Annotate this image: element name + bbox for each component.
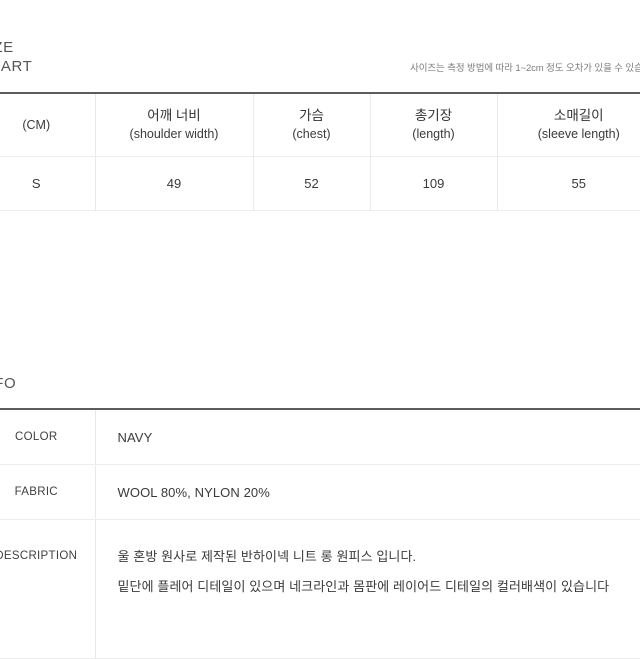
info-label-description: DESCRIPTION <box>0 520 95 659</box>
column-header-shoulder-width-kr: 어깨 너비 <box>100 106 249 125</box>
column-header-sleeve-length-kr: 소매길이 <box>502 106 640 125</box>
table-row: COLOR NAVY <box>0 409 640 465</box>
column-header-length-kr: 총기장 <box>375 106 493 125</box>
info-label-color: COLOR <box>0 409 95 465</box>
column-header-sleeve-length: 소매길이 (sleeve length) <box>497 93 640 157</box>
table-row: DESCRIPTION 울 혼방 원사로 제작된 반하이넥 니트 롱 원피스 입… <box>0 520 640 659</box>
product-detail-page: SIZE CHART 사이즈는 측정 방법에 따라 1~2cm 정도 오차가 있… <box>0 0 640 640</box>
info-value-color: NAVY <box>95 409 640 465</box>
table-row: S 49 52 109 55 <box>0 157 640 211</box>
cell-shoulder-width: 49 <box>95 157 253 211</box>
info-value-description: 울 혼방 원사로 제작된 반하이넥 니트 롱 원피스 입니다. 밑단에 플레어 … <box>95 520 640 659</box>
info-header: INFO <box>0 374 640 393</box>
size-chart-header: SIZE CHART 사이즈는 측정 방법에 따라 1~2cm 정도 오차가 있… <box>0 38 640 76</box>
column-header-length-en: (length) <box>375 125 493 144</box>
info-value-fabric: WOOL 80%, NYLON 20% <box>95 465 640 520</box>
description-line-1: 울 혼방 원사로 제작된 반하이넥 니트 롱 원피스 입니다. <box>118 542 640 572</box>
info-label-fabric: FABRIC <box>0 465 95 520</box>
description-line-2: 밑단에 플레어 디테일이 있으며 네크라인과 몸판에 레이어드 디테일의 컬러배… <box>118 572 640 602</box>
cell-sleeve-length: 55 <box>497 157 640 211</box>
column-header-unit-label: (CM) <box>22 118 50 132</box>
column-header-shoulder-width-en: (shoulder width) <box>100 125 249 144</box>
column-header-sleeve-length-en: (sleeve length) <box>502 125 640 144</box>
size-measurement-note: 사이즈는 측정 방법에 따라 1~2cm 정도 오차가 있을 수 있습니다 <box>410 62 640 75</box>
size-chart-table: (CM) 어깨 너비 (shoulder width) 가슴 (chest) 총… <box>0 92 640 211</box>
info-table: COLOR NAVY FABRIC WOOL 80%, NYLON 20% DE… <box>0 408 640 659</box>
table-row: FABRIC WOOL 80%, NYLON 20% <box>0 465 640 520</box>
column-header-chest-kr: 가슴 <box>258 106 366 125</box>
column-header-shoulder-width: 어깨 너비 (shoulder width) <box>95 93 253 157</box>
cell-chest: 52 <box>253 157 370 211</box>
column-header-unit: (CM) <box>0 93 95 157</box>
info-title: INFO <box>0 374 640 393</box>
cell-length: 109 <box>370 157 497 211</box>
cell-size: S <box>0 157 95 211</box>
size-table-header-row: (CM) 어깨 너비 (shoulder width) 가슴 (chest) 총… <box>0 93 640 157</box>
column-header-chest: 가슴 (chest) <box>253 93 370 157</box>
column-header-length: 총기장 (length) <box>370 93 497 157</box>
column-header-chest-en: (chest) <box>258 125 366 144</box>
